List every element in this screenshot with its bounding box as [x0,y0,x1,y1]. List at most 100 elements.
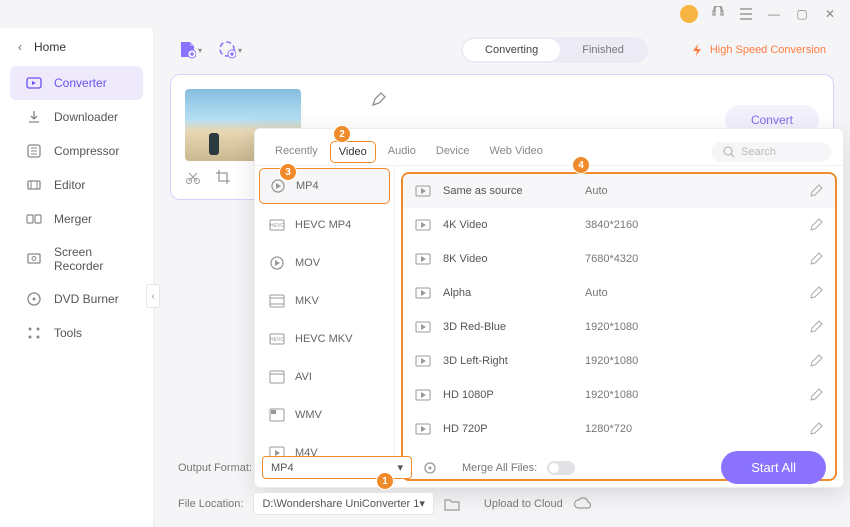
video-icon [415,287,431,299]
sidebar-item-label: Screen Recorder [54,245,127,273]
folder-icon[interactable] [444,497,460,511]
file-location-select[interactable]: D:\Wondershare UniConverter 1▾ [253,492,433,515]
video-icon [415,219,431,231]
tab-converting[interactable]: Converting [463,39,560,61]
high-speed-button[interactable]: High Speed Conversion [690,43,826,57]
edit-preset-icon[interactable] [809,354,823,368]
avatar[interactable] [680,5,698,23]
support-icon[interactable] [710,6,726,22]
add-url-button[interactable]: ▾ [218,38,242,62]
trim-icon[interactable] [185,169,201,185]
sidebar-item-label: Tools [54,326,82,340]
merge-toggle[interactable] [547,461,575,475]
tab-web-video[interactable]: Web Video [482,139,551,165]
video-icon [415,389,431,401]
tab-device[interactable]: Device [428,139,478,165]
hevc-mkv-icon: HEVC [269,331,285,347]
sidebar-item-label: Editor [54,178,85,192]
converter-icon [26,75,42,91]
edit-preset-icon[interactable] [809,422,823,436]
video-icon [415,423,431,435]
preset-row[interactable]: 8K Video7680*4320 [403,242,835,276]
start-all-button[interactable]: Start All [721,451,826,484]
home-label[interactable]: Home [34,40,66,54]
annotation-2: 2 [333,125,351,143]
merger-icon [26,211,42,227]
preset-row[interactable]: Same as sourceAuto [403,174,835,208]
sidebar-item-compressor[interactable]: Compressor [10,134,143,168]
chevron-down-icon: ▾ [419,497,425,510]
annotation-4: 4 [572,156,590,174]
sidebar-item-label: Converter [54,76,107,90]
maximize-button[interactable]: ▢ [794,6,810,22]
format-mov[interactable]: MOV [255,244,394,282]
video-icon [415,321,431,333]
compressor-icon [26,143,42,159]
preset-row[interactable]: HD 720P1280*720 [403,412,835,446]
edit-title-icon[interactable] [371,91,387,107]
sidebar-item-editor[interactable]: Editor [10,168,143,202]
preset-row[interactable]: 3D Red-Blue1920*1080 [403,310,835,344]
preset-row[interactable]: AlphaAuto [403,276,835,310]
sidebar-item-tools[interactable]: Tools [10,316,143,350]
recorder-icon [26,251,42,267]
svg-text:HEVC: HEVC [270,337,284,343]
sidebar-item-converter[interactable]: Converter [10,66,143,100]
edit-preset-icon[interactable] [809,388,823,402]
preset-row[interactable]: HD 1080P1920*1080 [403,378,835,412]
sidebar-item-merger[interactable]: Merger [10,202,143,236]
dvd-icon [26,291,42,307]
sidebar-item-label: Compressor [54,144,119,158]
close-button[interactable]: ✕ [822,6,838,22]
merge-label: Merge All Files: [462,462,537,474]
svg-text:HEVC: HEVC [270,223,284,229]
tab-audio[interactable]: Audio [380,139,424,165]
edit-preset-icon[interactable] [809,252,823,266]
cloud-icon[interactable] [573,497,591,511]
sidebar-item-label: DVD Burner [54,292,119,306]
video-icon [415,355,431,367]
edit-preset-icon[interactable] [809,184,823,198]
menu-icon[interactable] [738,6,754,22]
format-list: MP4 HEVCHEVC MP4 MOV MKV HEVCHEVC MKV AV… [255,166,395,487]
edit-preset-icon[interactable] [809,218,823,232]
format-avi[interactable]: AVI [255,358,394,396]
mov-icon [269,255,285,271]
file-location-label: File Location: [178,498,243,510]
upload-cloud-label: Upload to Cloud [484,498,563,510]
format-hevc-mp4[interactable]: HEVCHEVC MP4 [255,206,394,244]
minimize-button[interactable]: — [766,6,782,22]
annotation-3: 3 [279,163,297,181]
sidebar-item-screen-recorder[interactable]: Screen Recorder [10,236,143,282]
download-icon [26,109,42,125]
crop-icon[interactable] [215,169,231,185]
back-icon[interactable]: ‹ [18,40,22,54]
sidebar-item-dvd-burner[interactable]: DVD Burner [10,282,143,316]
preset-row[interactable]: 3D Left-Right1920*1080 [403,344,835,378]
format-mkv[interactable]: MKV [255,282,394,320]
sidebar-item-label: Merger [54,212,92,226]
wmv-icon [269,407,285,423]
output-format-label: Output Format: [178,462,252,474]
settings-icon[interactable] [422,460,438,476]
sidebar-item-label: Downloader [54,110,118,124]
annotation-1: 1 [376,472,394,490]
tab-recently[interactable]: Recently [267,139,326,165]
edit-preset-icon[interactable] [809,286,823,300]
video-icon [415,185,431,197]
tab-finished[interactable]: Finished [560,39,646,61]
search-input[interactable]: Search [711,142,831,162]
preset-list: Same as sourceAuto 4K Video3840*2160 8K … [401,172,837,481]
hevc-icon: HEVC [269,217,285,233]
sidebar-item-downloader[interactable]: Downloader [10,100,143,134]
tab-video[interactable]: Video [330,141,376,163]
sidebar: ‹ Home Converter Downloader Compressor E… [0,28,154,527]
edit-preset-icon[interactable] [809,320,823,334]
video-icon [415,253,431,265]
preset-row[interactable]: 4K Video3840*2160 [403,208,835,242]
chevron-down-icon: ▾ [397,461,403,474]
editor-icon [26,177,42,193]
format-wmv[interactable]: WMV [255,396,394,434]
format-hevc-mkv[interactable]: HEVCHEVC MKV [255,320,394,358]
add-file-button[interactable]: ▾ [178,38,202,62]
